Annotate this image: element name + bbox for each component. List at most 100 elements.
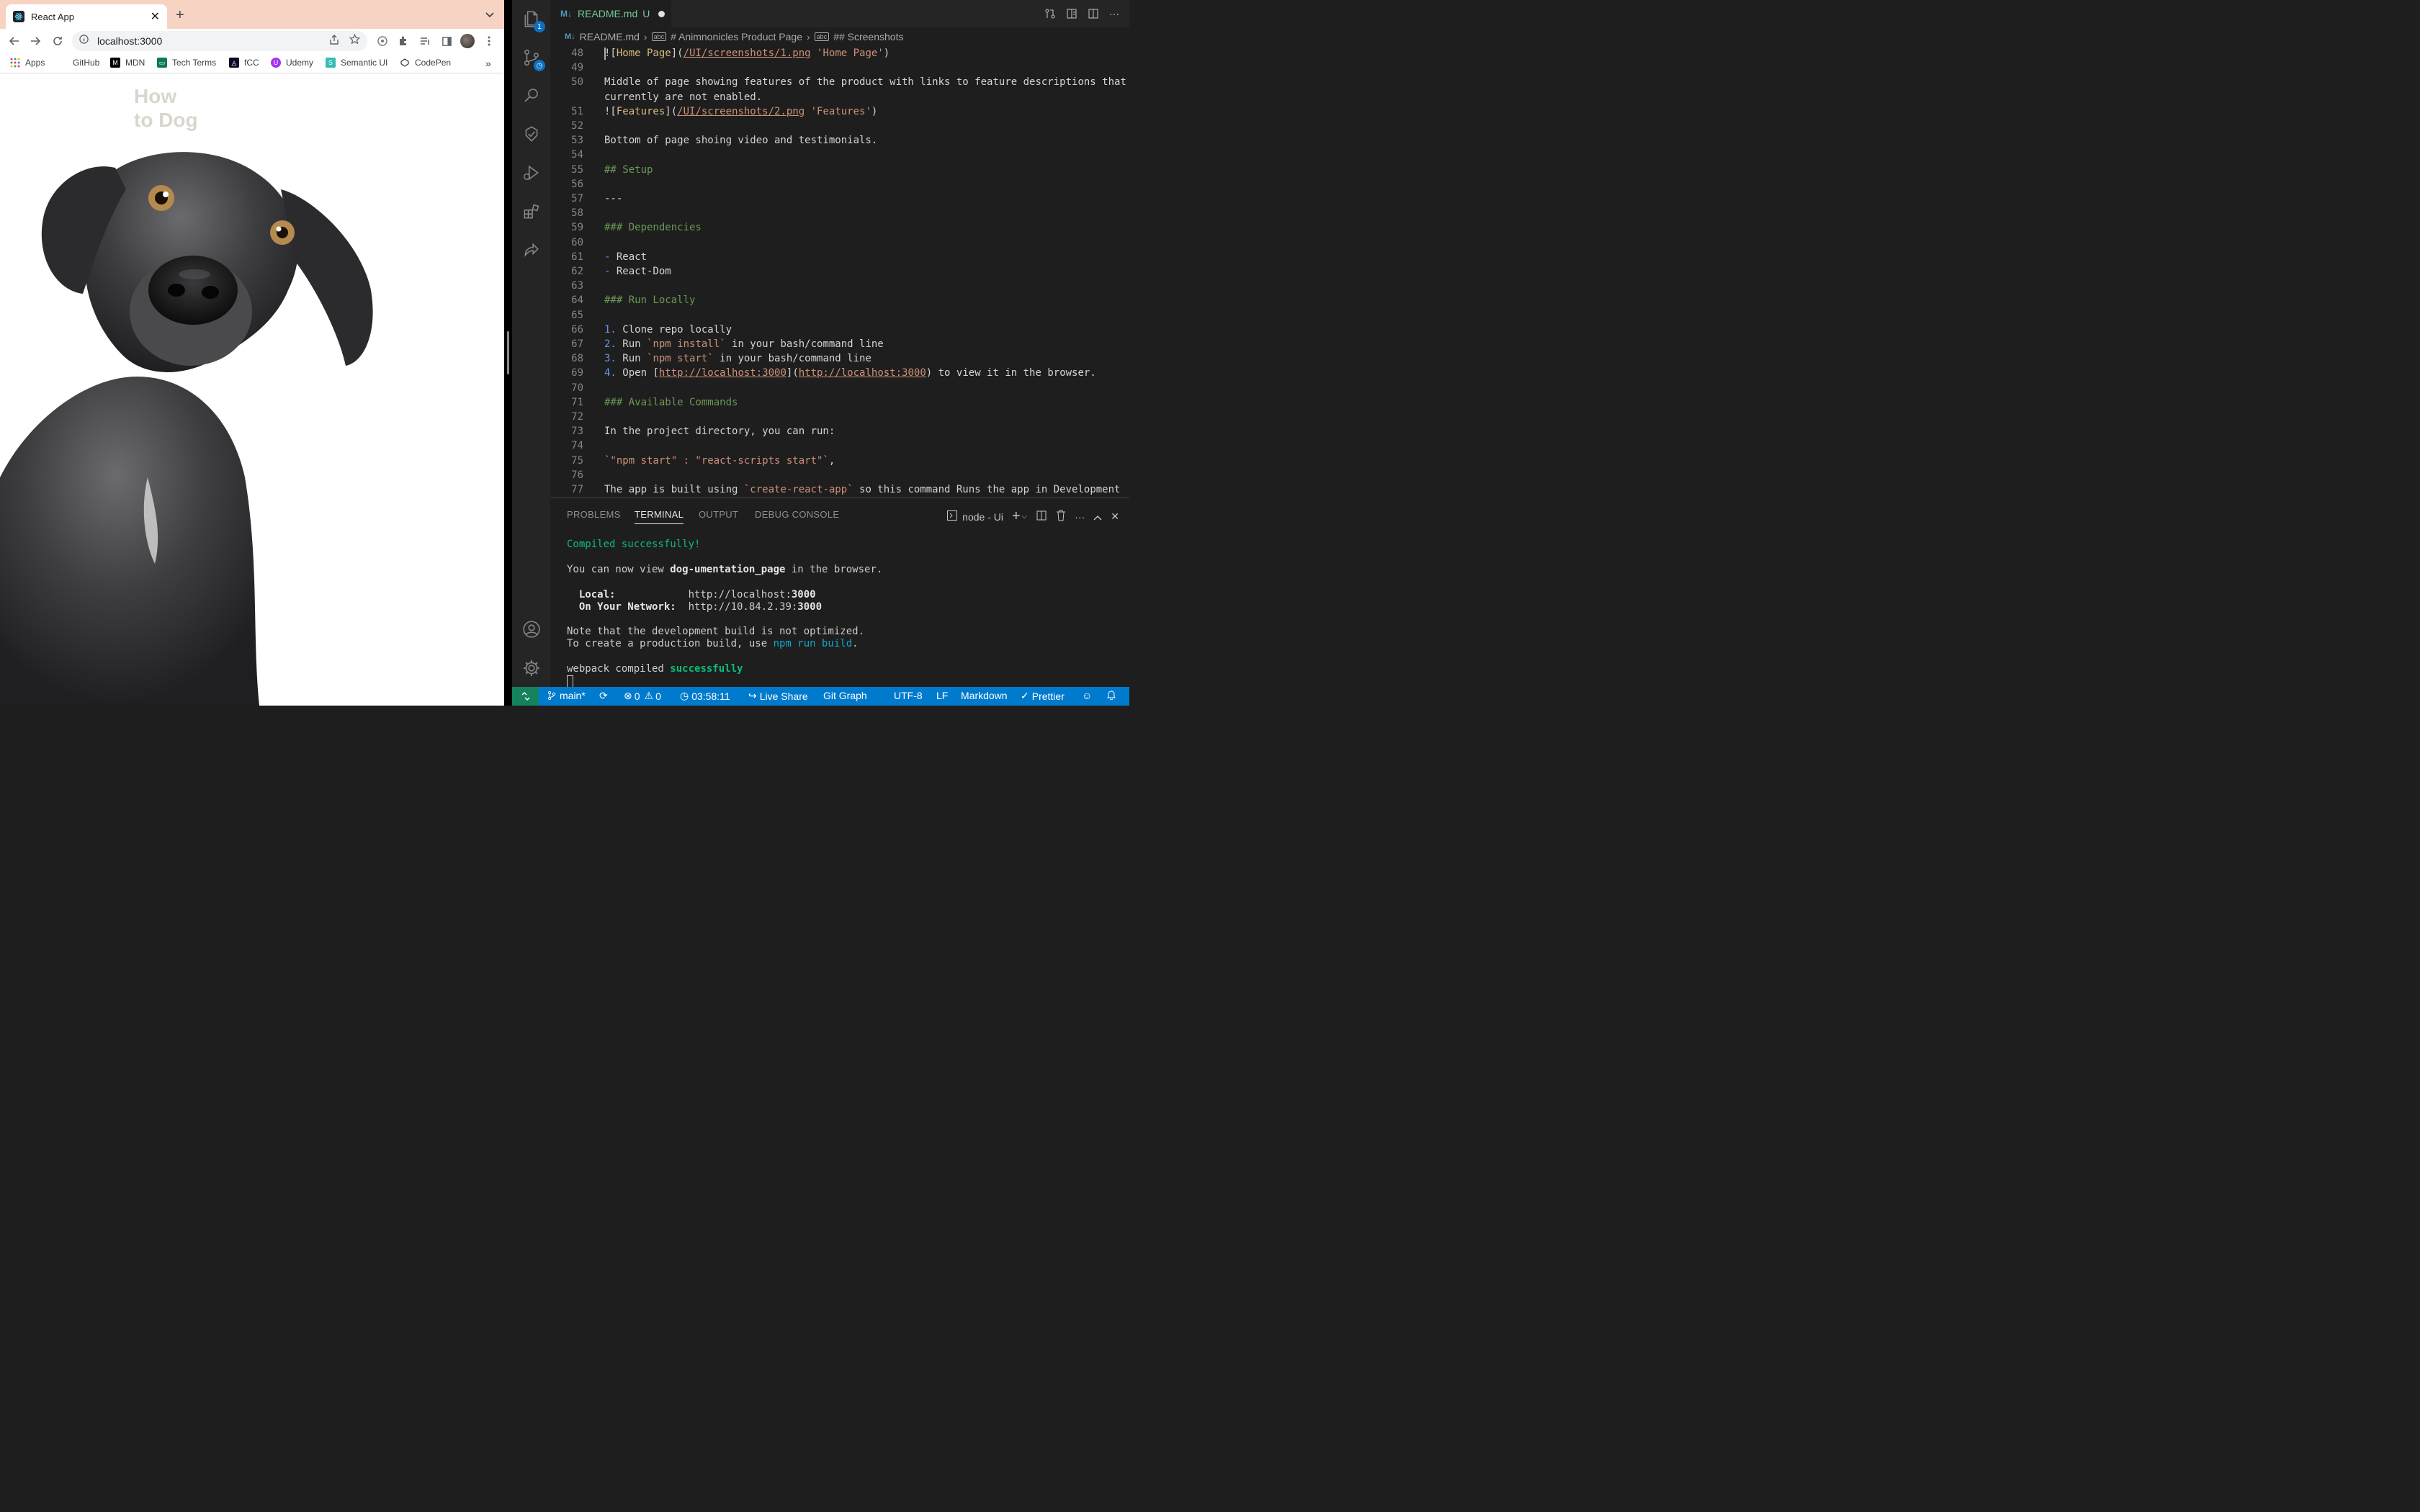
breadcrumb-file[interactable]: README.md (580, 31, 640, 42)
trash-icon[interactable] (1056, 510, 1066, 523)
branch-status[interactable]: main* (547, 690, 586, 701)
reload-icon[interactable] (50, 33, 66, 49)
run-debug-icon[interactable] (521, 163, 542, 183)
terminal-local-url[interactable]: http://localhost: (689, 589, 792, 600)
sync-icon[interactable]: ⟳ (599, 690, 608, 702)
code-line[interactable]: 52 (550, 119, 1129, 133)
problems-status[interactable]: ⊗ 0 ⚠ 0 (624, 690, 661, 702)
tab-readme[interactable]: M↓ README.md U (550, 0, 671, 27)
code-line[interactable]: 73 In the project directory, you can run: (550, 424, 1129, 438)
code-line[interactable]: 49 (550, 60, 1129, 75)
tab-output[interactable]: OUTPUT (699, 509, 738, 520)
source-control-icon[interactable]: ◷ (521, 48, 545, 71)
code-line[interactable]: 48 ![Home Page](/UI/screenshots/1.png 'Ho… (550, 46, 1129, 60)
code-line[interactable]: 66 1. Clone repo locally (550, 323, 1129, 337)
eol-status[interactable]: LF (936, 690, 948, 701)
encoding-status[interactable]: UTF-8 (894, 690, 923, 701)
chevron-down-icon[interactable]: ⌵ (1022, 513, 1028, 521)
git-graph-status[interactable]: Git Graph (823, 690, 867, 701)
site-info-icon[interactable] (79, 35, 89, 48)
browser-menu-icon[interactable] (482, 34, 496, 48)
split-editor-icon[interactable] (1088, 8, 1099, 22)
unsaved-dot-icon[interactable] (658, 10, 666, 17)
code-line[interactable]: 57 --- (550, 192, 1129, 206)
token-link[interactable]: /UI/screenshots/2.png (677, 106, 805, 117)
token-link[interactable]: /UI/screenshots/1.png (684, 48, 811, 59)
code-line[interactable]: 53 Bottom of page shoing video and testim… (550, 133, 1129, 148)
code-line[interactable]: 77 The app is built using `create-react-a… (550, 482, 1129, 497)
remote-indicator-icon[interactable] (512, 687, 539, 706)
code-line[interactable]: 60 (550, 235, 1129, 250)
code-line[interactable]: 58 (550, 206, 1129, 220)
side-panel-icon[interactable] (439, 34, 454, 48)
code-line[interactable]: 72 (550, 410, 1129, 424)
share-icon[interactable] (329, 34, 339, 48)
terminal-output[interactable]: Compiled successfully! You can now view … (567, 539, 882, 688)
code-line[interactable]: 62 - React-Dom (550, 264, 1129, 279)
bookmark-github[interactable]: GitHub (73, 58, 99, 68)
code-line[interactable]: 65 (550, 308, 1129, 323)
bookmark-udemy[interactable]: U Udemy (271, 58, 313, 68)
open-preview-icon[interactable] (1066, 8, 1077, 22)
feedback-icon[interactable]: ☺ (1082, 690, 1092, 701)
split-terminal-icon[interactable] (1036, 510, 1047, 523)
live-share-icon[interactable] (521, 240, 542, 261)
code-line[interactable]: 64 ### Run Locally (550, 293, 1129, 307)
new-tab-icon[interactable]: + (176, 7, 184, 24)
token-link[interactable]: http://localhost:3000 (659, 367, 786, 379)
bookmark-apps[interactable]: Apps (10, 58, 45, 68)
reading-list-icon[interactable] (418, 34, 432, 48)
breadcrumb-heading-1[interactable]: # Animnonicles Product Page (671, 31, 802, 42)
bookmark-mdn[interactable]: M MDN (110, 58, 145, 68)
bookmark-tech-terms[interactable]: ▭ Tech Terms (157, 58, 216, 68)
breadcrumb-heading-2[interactable]: ## Screenshots (833, 31, 903, 42)
code-line[interactable]: 56 (550, 177, 1129, 192)
code-editor[interactable]: 48 ![Home Page](/UI/screenshots/1.png 'Ho… (550, 46, 1129, 498)
code-line[interactable]: 51 ![Features](/UI/screenshots/2.png 'Fea… (550, 104, 1129, 119)
code-line[interactable]: 76 (550, 468, 1129, 482)
notifications-bell-icon[interactable] (1106, 690, 1116, 700)
split-divider[interactable] (504, 0, 512, 706)
explorer-icon[interactable]: 1 (521, 9, 545, 32)
code-line[interactable]: 75 `"npm start" : "react-scripts start"`, (550, 454, 1129, 468)
code-line[interactable]: 59 ### Dependencies (550, 220, 1129, 235)
code-line[interactable]: 67 2. Run `npm install` in your bash/comm… (550, 337, 1129, 351)
code-line[interactable]: 70 (550, 381, 1129, 395)
code-line[interactable]: 50 Middle of page showing features of the… (550, 75, 1129, 89)
close-tab-icon[interactable]: ✕ (151, 9, 160, 24)
more-icon[interactable]: ··· (1075, 511, 1085, 523)
accounts-icon[interactable] (521, 619, 542, 639)
token-link[interactable]: http://localhost:3000 (799, 367, 926, 379)
code-line[interactable]: 74 (550, 438, 1129, 453)
prettier-status[interactable]: ✓ Prettier (1021, 690, 1065, 702)
terminal-name[interactable]: node - Ui (962, 511, 1003, 523)
language-status[interactable]: Markdown (961, 690, 1008, 701)
back-icon[interactable] (6, 33, 22, 49)
bookmark-semantic-ui[interactable]: S Semantic UI (326, 58, 387, 68)
more-actions-icon[interactable]: ··· (1109, 8, 1119, 22)
code-line[interactable]: 61 - React (550, 250, 1129, 264)
address-bar[interactable]: localhost:3000 (72, 31, 367, 51)
code-line[interactable]: 55 ## Setup (550, 163, 1129, 177)
forward-icon[interactable] (27, 33, 43, 49)
code-line[interactable]: 68 3. Run `npm start` in your bash/comman… (550, 351, 1129, 366)
bookmark-codepen[interactable]: CodePen (400, 58, 451, 68)
extension-eye-icon[interactable] (375, 34, 390, 48)
new-terminal-icon[interactable]: + (1012, 508, 1021, 525)
code-line[interactable]: 54 (550, 148, 1129, 162)
bookmark-fcc[interactable]: ◬ fCC (229, 58, 259, 68)
extensions-puzzle-icon[interactable] (396, 34, 411, 48)
bookmark-star-icon[interactable] (349, 33, 361, 48)
testing-icon[interactable] (521, 124, 542, 144)
tab-debug-console[interactable]: DEBUG CONSOLE (755, 509, 839, 520)
tab-problems[interactable]: PROBLEMS (567, 509, 621, 520)
search-icon[interactable] (521, 85, 542, 105)
code-line[interactable]: 69 4. Open [http://localhost:3000](http:/… (550, 366, 1129, 380)
open-changes-icon[interactable] (1044, 8, 1056, 22)
timer-status[interactable]: ◷ 03:58:11 (680, 690, 730, 702)
code-line[interactable]: 63 (550, 279, 1129, 293)
tab-terminal[interactable]: TERMINAL (635, 509, 684, 524)
profile-avatar[interactable] (460, 34, 475, 48)
settings-gear-icon[interactable] (521, 658, 542, 678)
divider-grip[interactable] (507, 331, 509, 374)
